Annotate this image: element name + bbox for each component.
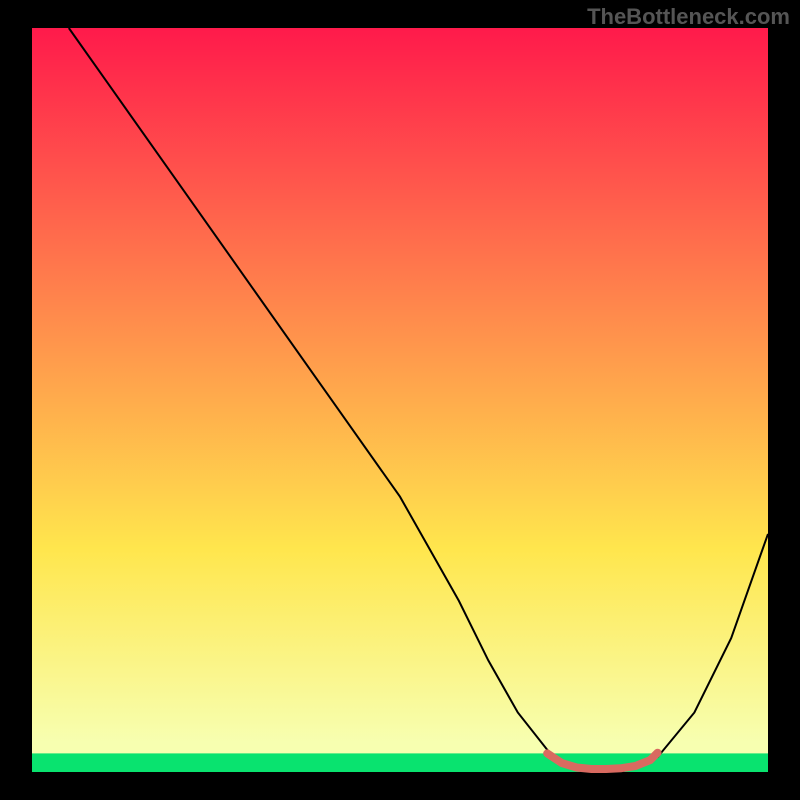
plot-gradient-background xyxy=(32,28,768,772)
attribution-text: TheBottleneck.com xyxy=(587,4,790,30)
bottleneck-chart xyxy=(0,0,800,800)
chart-container: TheBottleneck.com xyxy=(0,0,800,800)
